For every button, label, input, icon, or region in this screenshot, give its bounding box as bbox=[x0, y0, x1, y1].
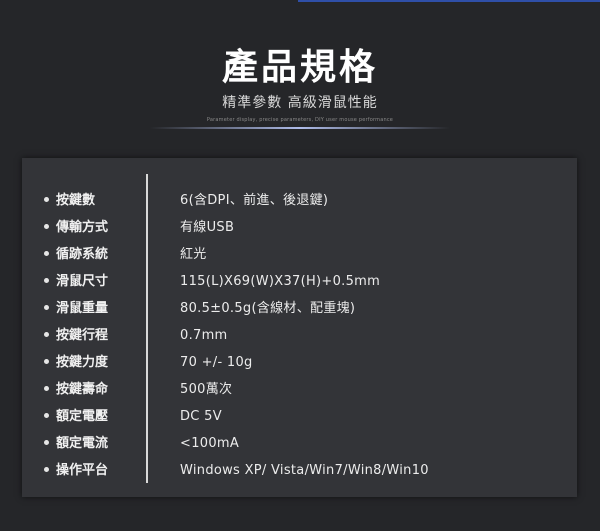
spec-value: 6(含DPI、前進、後退鍵) bbox=[180, 193, 329, 208]
spec-labels: 按鍵數 傳輸方式 循跡系統 滑鼠尺寸 滑鼠重量 按鍵行程 按鍵力度 按鍵壽命 額… bbox=[44, 187, 108, 484]
spec-value: 115(L)X69(W)X37(H)+0.5mm bbox=[180, 274, 381, 289]
bullet-icon bbox=[44, 386, 49, 391]
spec-label-row: 循跡系統 bbox=[44, 241, 108, 268]
bullet-icon bbox=[44, 467, 49, 472]
bullet-icon bbox=[44, 278, 49, 283]
spec-label-row: 按鍵數 bbox=[44, 187, 108, 214]
spec-value: 有線USB bbox=[180, 220, 235, 235]
spec-label: 操作平台 bbox=[56, 463, 109, 478]
vertical-divider bbox=[146, 174, 148, 483]
spec-label: 額定電流 bbox=[56, 436, 109, 451]
top-accent-line bbox=[298, 0, 600, 2]
spec-label: 按鍵力度 bbox=[56, 355, 109, 370]
spec-label: 按鍵壽命 bbox=[56, 382, 109, 397]
spec-value: <100mA bbox=[180, 436, 240, 451]
bullet-icon bbox=[44, 305, 49, 310]
spec-label: 滑鼠重量 bbox=[56, 301, 109, 316]
spec-value: 0.7mm bbox=[180, 328, 228, 343]
header: 產品規格 精準參數 高級滑鼠性能 Parameter display, prec… bbox=[0, 44, 600, 124]
spec-label: 按鍵數 bbox=[56, 193, 96, 208]
spec-label-row: 按鍵力度 bbox=[44, 349, 108, 376]
page-title: 產品規格 bbox=[221, 47, 378, 88]
spec-values: 6(含DPI、前進、後退鍵) 有線USB 紅光 115(L)X69(W)X37(… bbox=[180, 187, 429, 484]
spec-label-row: 按鍵壽命 bbox=[44, 376, 108, 403]
spec-label-row: 操作平台 bbox=[44, 457, 108, 484]
spec-label-row: 額定電壓 bbox=[44, 403, 108, 430]
spec-label: 額定電壓 bbox=[56, 409, 109, 424]
spec-label: 傳輸方式 bbox=[56, 220, 109, 235]
spec-value: DC 5V bbox=[180, 409, 222, 424]
spec-value: 80.5±0.5g(含線材、配重塊) bbox=[180, 301, 356, 316]
bullet-icon bbox=[44, 413, 49, 418]
spec-label: 按鍵行程 bbox=[56, 328, 109, 343]
spec-label-row: 額定電流 bbox=[44, 430, 108, 457]
spec-value: 500萬次 bbox=[180, 382, 233, 397]
bullet-icon bbox=[44, 359, 49, 364]
header-glow-divider bbox=[150, 127, 450, 129]
spec-value: 紅光 bbox=[180, 247, 207, 262]
spec-label-row: 滑鼠重量 bbox=[44, 295, 108, 322]
bullet-icon bbox=[44, 440, 49, 445]
bullet-icon bbox=[44, 251, 49, 256]
spec-label-row: 滑鼠尺寸 bbox=[44, 268, 108, 295]
bullet-icon bbox=[44, 224, 49, 229]
page-subtitle: 精準參數 高級滑鼠性能 bbox=[222, 95, 378, 111]
spec-label-row: 傳輸方式 bbox=[44, 214, 108, 241]
spec-label: 循跡系統 bbox=[56, 247, 109, 262]
bullet-icon bbox=[44, 332, 49, 337]
spec-label: 滑鼠尺寸 bbox=[56, 274, 109, 289]
page-tagline: Parameter display, precise parameters, D… bbox=[206, 117, 394, 123]
spec-value: 70 +/- 10g bbox=[180, 355, 253, 370]
spec-value: Windows XP/ Vista/Win7/Win8/Win10 bbox=[180, 463, 429, 478]
spec-label-row: 按鍵行程 bbox=[44, 322, 108, 349]
bullet-icon bbox=[44, 197, 49, 202]
spec-panel: 按鍵數 傳輸方式 循跡系統 滑鼠尺寸 滑鼠重量 按鍵行程 按鍵力度 按鍵壽命 額… bbox=[22, 158, 577, 497]
